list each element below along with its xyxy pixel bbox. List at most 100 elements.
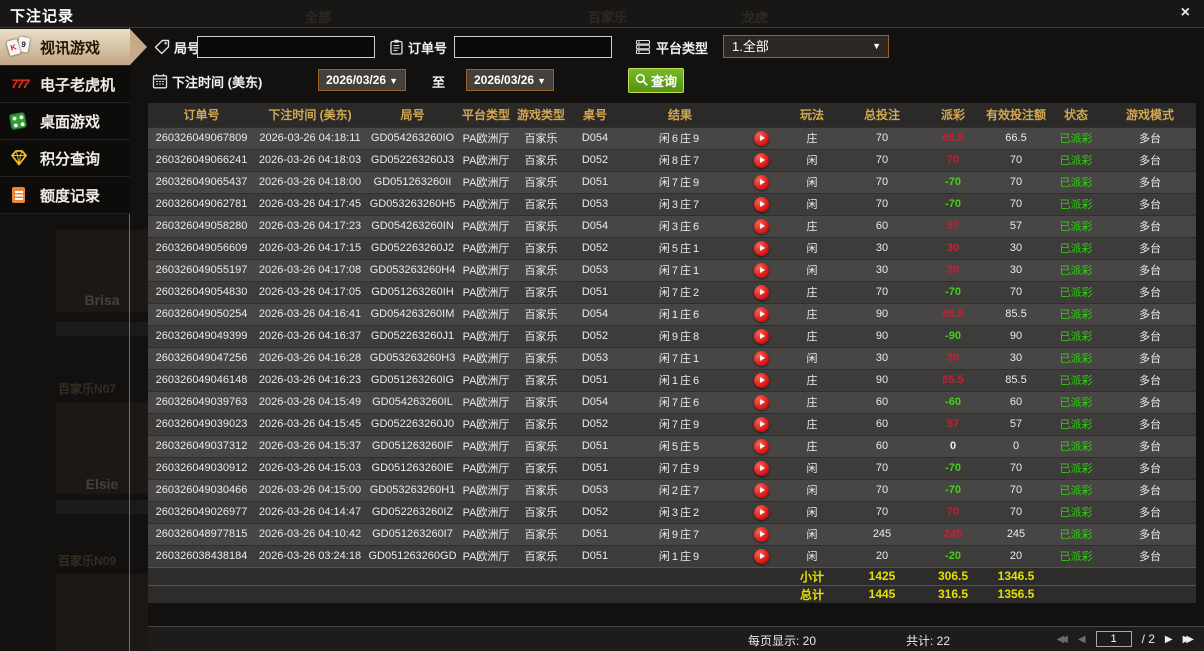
play-video-icon[interactable] <box>753 482 769 498</box>
page-number-input[interactable] <box>1095 631 1132 647</box>
game-type-cell: 百家乐 <box>512 434 570 457</box>
bet-time-cell: 2026-03-26 03:24:18 <box>255 544 365 567</box>
table-header-row: 订单号 下注时间 (美东) 局号 平台类型 游戏类型 桌号 结果 玩法 总投注 派彩 有效投注额 状态… <box>148 103 1196 127</box>
empty-cell <box>365 584 460 603</box>
game-no-input[interactable] <box>197 36 375 58</box>
play-video-icon[interactable] <box>753 196 769 212</box>
play-video-icon[interactable] <box>753 548 769 564</box>
result-cell: 闲3庄2 <box>620 500 740 523</box>
result-cell: 闲5庄5 <box>620 434 740 457</box>
status-cell: 已派彩 <box>1048 412 1104 435</box>
subtotal-valid-bet: 1346.5 <box>984 566 1048 585</box>
play-video-icon[interactable] <box>753 438 769 454</box>
valid-bet-cell: 90 <box>984 324 1048 347</box>
play-video-icon[interactable] <box>753 350 769 366</box>
bet-on-cell: 闲 <box>782 148 842 171</box>
play-video-icon[interactable] <box>753 416 769 432</box>
sidebar-item-slots[interactable]: 777 电子老虎机 <box>0 66 130 103</box>
game-type-cell: 百家乐 <box>512 280 570 303</box>
valid-bet-cell: 57 <box>984 214 1048 237</box>
date-to-select[interactable]: 2026/03/26 ▼ <box>466 69 554 91</box>
next-page-button[interactable]: ▶ <box>1165 634 1173 645</box>
game-no-cell: GD051263260II <box>365 170 460 193</box>
grand-total-row: 总计 1445 316.5 1356.5 <box>148 584 1196 603</box>
game-no-cell: GD052263260J0 <box>365 412 460 435</box>
play-video-icon[interactable] <box>753 306 769 322</box>
status-cell: 已派彩 <box>1048 544 1104 567</box>
replay-cell <box>740 346 782 369</box>
play-video-icon[interactable] <box>753 174 769 190</box>
last-page-button[interactable]: ▶▶ <box>1183 634 1195 645</box>
payout-cell: -70 <box>922 456 984 479</box>
replay-cell <box>740 434 782 457</box>
payout-cell: 57 <box>922 412 984 435</box>
dimmed-dealer-name: Elsie <box>85 476 119 492</box>
empty-cell <box>1048 566 1104 585</box>
order-no-cell: 260326049067809 <box>148 126 255 149</box>
replay-cell <box>740 478 782 501</box>
play-video-icon[interactable] <box>753 262 769 278</box>
prev-page-button[interactable]: ◀ <box>1078 634 1086 645</box>
play-video-icon[interactable] <box>753 218 769 234</box>
table-no-cell: D054 <box>570 126 620 149</box>
query-button[interactable]: 查询 <box>628 68 684 93</box>
pagination-bar: 每页显示: 20 共计: 22 ◀◀ ◀ / 2 ▶ ▶▶ <box>148 626 1204 651</box>
play-video-icon[interactable] <box>753 240 769 256</box>
mode-cell: 多台 <box>1104 170 1196 193</box>
sidebar-item-quota-records[interactable]: 额度记录 <box>0 177 130 214</box>
sidebar-item-points-query[interactable]: 积分查询 <box>0 140 130 177</box>
status-cell: 已派彩 <box>1048 192 1104 215</box>
dimmed-lobby-tab: 百家乐 <box>588 10 628 25</box>
subtotal-payout: 306.5 <box>922 566 984 585</box>
game-type-cell: 百家乐 <box>512 236 570 259</box>
play-video-icon[interactable] <box>753 130 769 146</box>
platform-cell: PA欧洲厅 <box>460 302 512 325</box>
play-video-icon[interactable] <box>753 372 769 388</box>
result-cell: 闲3庄6 <box>620 214 740 237</box>
play-video-icon[interactable] <box>753 394 769 410</box>
play-video-icon[interactable] <box>753 504 769 520</box>
game-no-cell: GD053263260H3 <box>365 346 460 369</box>
mode-cell: 多台 <box>1104 192 1196 215</box>
play-video-icon[interactable] <box>753 460 769 476</box>
result-cell: 闲5庄1 <box>620 236 740 259</box>
empty-cell <box>148 584 255 603</box>
table-no-cell: D054 <box>570 214 620 237</box>
platform-cell: PA欧洲厅 <box>460 500 512 523</box>
valid-bet-cell: 30 <box>984 346 1048 369</box>
close-icon[interactable]: × <box>1181 4 1190 22</box>
status-cell: 已派彩 <box>1048 280 1104 303</box>
column-header-4: 游戏类型 <box>512 103 570 127</box>
replay-cell <box>740 456 782 479</box>
play-video-icon[interactable] <box>753 328 769 344</box>
mode-cell: 多台 <box>1104 456 1196 479</box>
sidebar-item-live-games[interactable]: 9K 视讯游戏 <box>0 29 147 66</box>
game-type-cell: 百家乐 <box>512 324 570 347</box>
platform-type-select[interactable]: 1.全部 ▼ <box>723 35 889 58</box>
play-video-icon[interactable] <box>753 526 769 542</box>
table-row: 260326049049399 2026-03-26 04:16:37 GD0522… <box>148 324 1196 347</box>
result-cell: 闲1庄9 <box>620 544 740 567</box>
empty-cell <box>570 566 620 585</box>
column-header-13: 游戏模式 <box>1104 103 1196 127</box>
date-from-select[interactable]: 2026/03/26 ▼ <box>318 69 406 91</box>
total-bet-cell: 245 <box>842 522 922 545</box>
payout-cell: 0 <box>922 434 984 457</box>
table-row: 260326049037312 2026-03-26 04:15:37 GD0512… <box>148 434 1196 457</box>
bet-time-cell: 2026-03-26 04:15:00 <box>255 478 365 501</box>
payout-cell: 245 <box>922 522 984 545</box>
bet-time-cell: 2026-03-26 04:16:28 <box>255 346 365 369</box>
table-row: 260326049039023 2026-03-26 04:15:45 GD0522… <box>148 412 1196 435</box>
play-video-icon[interactable] <box>753 284 769 300</box>
bet-time-cell: 2026-03-26 04:18:00 <box>255 170 365 193</box>
bet-time-cell: 2026-03-26 04:17:15 <box>255 236 365 259</box>
play-video-icon[interactable] <box>753 152 769 168</box>
mode-cell: 多台 <box>1104 544 1196 567</box>
order-no-input[interactable] <box>454 36 612 58</box>
game-type-cell: 百家乐 <box>512 478 570 501</box>
first-page-button[interactable]: ◀◀ <box>1056 634 1068 645</box>
game-no-cell: GD054263260IL <box>365 390 460 413</box>
sidebar-item-table-games[interactable]: 桌面游戏 <box>0 103 130 140</box>
sidebar-item-label: 积分查询 <box>40 150 101 168</box>
game-type-cell: 百家乐 <box>512 214 570 237</box>
